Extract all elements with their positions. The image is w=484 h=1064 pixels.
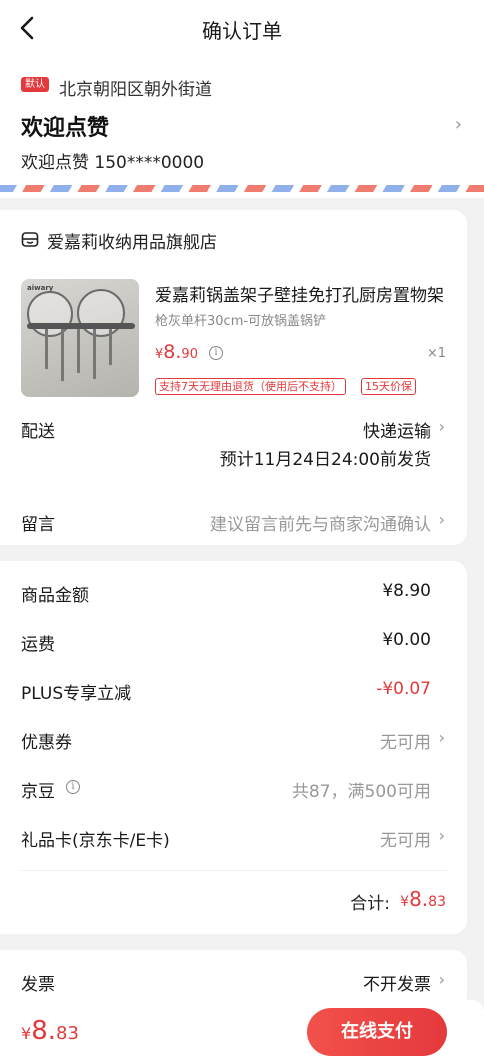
chevron-right-icon[interactable]: ›: [439, 510, 445, 529]
shop-icon: [21, 231, 39, 249]
product-image-utensil: [93, 329, 96, 379]
divider: [21, 870, 447, 871]
address-section[interactable]: 默认 北京朝阳区朝外街道 欢迎点赞 › 欢迎点赞 150****0000: [0, 56, 484, 198]
shipping-fee-value: ¥0.00: [382, 630, 431, 650]
goods-amount-value: ¥8.90: [382, 581, 431, 601]
chevron-right-icon[interactable]: ›: [439, 970, 445, 989]
remark-input[interactable]: 建议留言前先与商家沟通确认: [210, 510, 431, 535]
address-contact: 欢迎点赞 150****0000: [21, 153, 205, 173]
product-image-lid: [77, 289, 125, 337]
plus-discount-value: -¥0.07: [376, 679, 431, 699]
product-image-lid: [27, 291, 73, 337]
coupon-label: 优惠券: [21, 733, 72, 753]
plus-discount-label: PLUS专享立减: [21, 684, 132, 704]
jd-beans-label: 京豆: [21, 782, 55, 802]
top-bar: 确认订单: [0, 0, 484, 56]
price-protection-badge: 15天价保: [361, 378, 416, 395]
total-label: 合计:: [350, 894, 390, 914]
jd-beans-value: 共87，满500可用: [291, 782, 431, 802]
product-image-rail: [27, 323, 135, 329]
price-summary-card: 商品金额 ¥8.90 运费 ¥0.00 PLUS专享立减 -¥0.07 优惠券 …: [0, 561, 467, 934]
invoice-value[interactable]: 不开发票: [363, 970, 431, 995]
goods-amount-label: 商品金额: [21, 586, 89, 606]
gift-card-value[interactable]: 无可用: [380, 826, 431, 851]
product-spec: 枪灰单杆30cm-可放锅盖锅铲: [155, 314, 327, 329]
delivery-label: 配送: [21, 422, 55, 442]
product-quantity: ×1: [426, 346, 446, 361]
total-amount: ¥8.83: [400, 887, 446, 911]
chevron-right-icon[interactable]: ›: [439, 826, 445, 845]
product-image-utensil: [45, 329, 48, 369]
invoice-label: 发票: [21, 975, 55, 995]
delivery-eta: 预计11月24日24:00前发货: [219, 450, 431, 470]
pay-online-button[interactable]: 在线支付: [307, 1008, 447, 1056]
product-image-utensil: [77, 329, 80, 373]
shipping-fee-label: 运费: [21, 635, 55, 655]
coupon-value[interactable]: 无可用: [380, 728, 431, 753]
gift-card-label: 礼品卡(京东卡/E卡): [21, 831, 170, 851]
chevron-right-icon[interactable]: ›: [439, 728, 445, 747]
bottom-total-price: ¥8.83: [21, 1016, 79, 1046]
product-title[interactable]: 爱嘉莉锅盖架子壁挂免打孔厨房置物架: [155, 281, 447, 306]
chevron-right-icon[interactable]: ›: [455, 114, 462, 135]
airmail-stripe-divider: [0, 185, 484, 192]
jd-beans-info-icon[interactable]: i: [66, 780, 80, 794]
delivery-method[interactable]: 快递运输: [363, 417, 431, 442]
price-info-icon[interactable]: i: [209, 346, 223, 360]
remark-label: 留言: [21, 515, 55, 535]
product-price: ¥8.90: [155, 341, 198, 363]
bottom-bar: ¥8.83 在线支付: [0, 1000, 484, 1064]
page-title: 确认订单: [202, 19, 282, 43]
chevron-right-icon[interactable]: ›: [439, 417, 445, 436]
product-image[interactable]: aiwary: [21, 279, 139, 397]
return-policy-badge: 支持7天无理由退货（使用后不支持）: [155, 378, 346, 395]
product-image-utensil: [109, 329, 112, 365]
default-address-tag: 默认: [21, 77, 49, 92]
shop-card: 爱嘉莉收纳用品旗舰店 aiwary 爱嘉莉锅盖架子壁挂免打孔厨房置物架 枪灰单杆…: [0, 210, 467, 545]
product-image-utensil: [61, 329, 64, 381]
shop-name[interactable]: 爱嘉莉收纳用品旗舰店: [47, 228, 217, 253]
address-line: 北京朝阳区朝外街道: [59, 80, 212, 100]
address-name: 欢迎点赞: [21, 116, 110, 141]
